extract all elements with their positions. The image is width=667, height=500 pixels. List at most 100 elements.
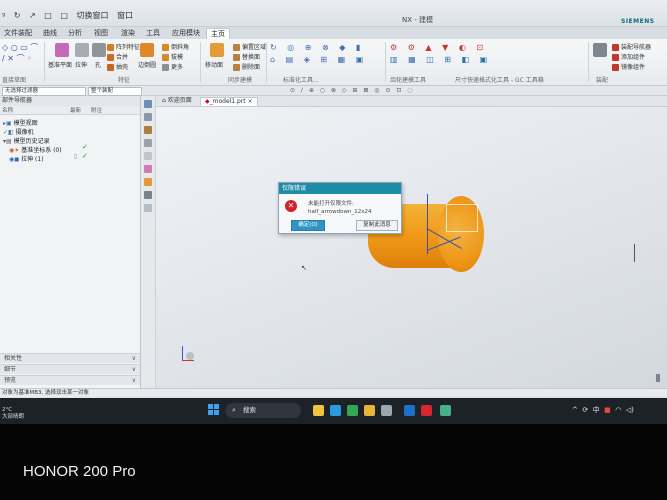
panel-details[interactable]: 细节 ∨ [0,364,140,374]
tree-item-extrude[interactable]: ◉◼ 拉伸 (1) [9,154,44,163]
graphics-window[interactable]: ⌂ 欢迎页面 ◆_model1.prt × ↖ [156,96,667,388]
edge-blend-button[interactable]: 边倒圆 [138,60,156,69]
tab-view[interactable]: 视图 [90,28,112,38]
copy-icon[interactable]: □ [44,11,52,20]
tab-render[interactable]: 渲染 [117,28,139,38]
scrollbar-thumb[interactable] [656,374,660,382]
assembly-icon[interactable] [593,43,607,57]
lock-icon: ▯ [74,153,78,160]
reuse-library-icon[interactable] [144,139,152,147]
windows-logo-pane [214,410,219,415]
offset-region-icon [233,44,240,51]
add-component-button[interactable]: 添加组件 [612,52,645,61]
taskbar-app-edge[interactable] [330,405,341,416]
snap-point-icons[interactable]: ⊙ ∕ ⊕ ○ ⊗ ◇ ⊞ ⊠ ◎ ⊙ ⊡ ◌ [290,87,415,94]
copy-message-button[interactable]: 复制此消息 [356,220,398,231]
hole-button[interactable]: 孔 [95,60,101,69]
assembly-navigator-button[interactable]: 装配导航器 [612,42,651,51]
close-icon[interactable]: × [248,98,253,105]
edge-blend-icon[interactable] [140,43,154,57]
tab-model-prt[interactable]: ◆_model1.prt × [200,97,258,106]
tab-curve[interactable]: 曲线 [39,28,61,38]
base-plane-icon[interactable] [55,43,69,57]
tree-item-camera[interactable]: ✓◧ 摄像机 [3,127,34,136]
replace-face-button[interactable]: 替换面 [233,52,260,61]
standard-tools-icons[interactable]: ↻ ◎ ⊕ ⊗ ◆ ▮ [270,43,364,52]
system-materials-icon[interactable] [144,204,152,212]
standard-tools-icons-row2[interactable]: ⌂ ▤ ◈ ⊞ ▦ ▣ [270,55,367,64]
start-button[interactable] [208,404,220,416]
part-navigator-icon[interactable] [144,100,152,108]
tab-analysis[interactable]: 分析 [64,28,86,38]
ime-indicator[interactable]: 中 [593,406,600,414]
merge-button[interactable]: 合并 [107,52,128,61]
weather-widget[interactable]: 2°C 大部晴朗 [2,407,24,421]
separator [44,42,45,82]
column-name[interactable]: 名称 [2,106,13,114]
array-feature-button[interactable]: 阵列特征 [107,42,140,51]
tab-tools[interactable]: 工具 [142,28,164,38]
gear-tools-icons-row2[interactable]: ▥ ▦ ◫ ⊞ ◧ ▣ [390,55,491,64]
gear-tools-icons[interactable]: ⚙ ⚙ ▲ ▼ ◐ ⊡ [390,43,487,52]
column-latest[interactable]: 最新 [70,106,81,114]
panel-preview[interactable]: 预览 ∨ [0,375,140,385]
wifi-icon[interactable]: ◠ [615,406,621,414]
volume-icon[interactable]: ◁) [626,406,634,414]
column-note[interactable]: 附注 [91,106,102,114]
assembly-navigator-icon[interactable] [144,113,152,121]
base-plane-button[interactable]: 基准平面 [48,60,72,69]
group-dim-label: 尺寸快速格式化工具 - GC 工具箱 [455,77,544,84]
more-button[interactable]: 更多 [162,62,183,71]
sync-icon[interactable]: ⟳ [582,406,588,414]
constraint-navigator-icon[interactable] [144,126,152,134]
delete-face-button[interactable]: 删除面 [233,62,260,71]
taskbar-app-folder[interactable] [364,405,375,416]
panel-dependencies[interactable]: 相关性 ∨ [0,353,140,363]
roles-icon[interactable] [144,191,152,199]
chamfer-icon [162,44,169,51]
extrude-icon[interactable] [75,43,89,57]
tab-assembly[interactable]: 装配 [14,28,36,38]
window-title: NX - 建模 [402,16,434,24]
selection-scope-dropdown[interactable]: 整个装配 [88,87,142,96]
web-browser-icon[interactable] [144,152,152,160]
group-gear-label: 齿轮建模工具 [390,77,427,84]
switch-window-button[interactable]: 切换窗口 [77,11,109,20]
tab-applications[interactable]: 应用模块 [168,28,204,38]
process-studio-icon[interactable] [144,178,152,186]
tree-item-datum-csys[interactable]: ◉✶ 基准坐标系 (0) [9,145,62,154]
ok-button[interactable]: 确定(O) [291,220,325,231]
window-menu-button[interactable]: 窗口 [117,11,133,20]
tab-welcome-page[interactable]: ⌂ 欢迎页面 [158,97,196,105]
taskbar-app-file-explorer[interactable] [313,405,324,416]
undo-icon[interactable]: ↻ [14,11,21,20]
taskbar-app-wps[interactable] [421,405,432,416]
move-face-icon[interactable] [210,43,224,57]
taskbar-app-outlook[interactable] [404,405,415,416]
app-tray-icon[interactable]: ■ [604,406,611,414]
sketch-tools[interactable]: ◇ ○ ▭ ⌒ [2,42,38,53]
draft-button[interactable]: 拔模 [162,52,183,61]
offset-region-button[interactable]: 偏置区域 [233,42,266,51]
save-icon[interactable]: ᵍ [2,11,5,20]
tree-item-model-views[interactable]: ▸▣ 模型视图 [3,118,38,127]
chevron-up-icon[interactable]: ^ [572,406,578,414]
history-icon[interactable] [144,165,152,173]
tree-item-history[interactable]: ▾▤ 模型历史记录 [3,136,50,145]
checkmark-icon: ✓ [82,152,88,160]
chamfer-button[interactable]: 倒斜角 [162,42,189,51]
type-filter-dropdown[interactable]: 无选择过滤器 [2,87,86,96]
move-face-button[interactable]: 移动面 [205,60,223,69]
taskbar-search[interactable]: ⌕ 搜索 [225,403,301,418]
curve-tools[interactable]: / ✕ ⌒ ◦ [2,53,32,64]
taskbar-app-settings[interactable] [381,405,392,416]
redo-icon[interactable]: ↗ [29,11,36,20]
taskbar-app-chrome[interactable] [347,405,358,416]
mirror-component-button[interactable]: 镜像组件 [612,62,645,71]
extrude-button[interactable]: 拉伸 [75,60,87,69]
taskbar-app-nx[interactable] [440,405,451,416]
hole-icon[interactable] [92,43,106,57]
shell-button[interactable]: 抽壳 [107,62,128,71]
paste-icon[interactable]: □ [60,11,68,20]
tab-home[interactable]: 主页 [206,28,230,39]
